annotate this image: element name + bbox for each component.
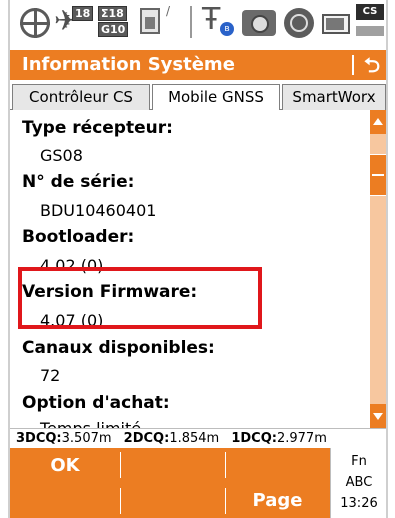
dop-2d-value: 1.854m [169,431,220,446]
antenna-icon[interactable]: Ŧ [202,4,220,36]
position-crosshair-icon[interactable] [20,8,50,38]
title-separator [352,55,354,75]
dop-1d-label: 1DCQ: [231,431,277,446]
tab-bar: Contrôleur CS Mobile GNSS SmartWorx [10,80,386,111]
softkey-f5[interactable] [121,483,225,518]
cs-badge: CS [356,4,384,20]
dop-2d-label: 2DCQ: [123,431,170,446]
vertical-scrollbar[interactable] [370,110,386,428]
sat-glonass-badge: G10 [98,22,129,37]
back-arrow-icon[interactable]: ⮌ [360,53,384,77]
fn-indicator[interactable]: Fn [331,454,386,469]
signal-tick-icon: / [166,4,171,18]
battery-icon[interactable] [322,14,350,34]
purchase-option-label: Option d'achat: [22,393,170,413]
channels-value: 72 [40,366,61,385]
serial-number-value: BDU10460401 [40,201,157,220]
softkey-divider [225,488,226,514]
serial-number-label: N° de série: [22,172,135,192]
tab-mobile-gnss[interactable]: Mobile GNSS [152,84,280,111]
softkey-bar: OK Page Fn ABC 13:26 [10,448,386,518]
bootloader-label: Bootloader: [22,227,135,247]
page-title: Information Système [22,54,235,75]
softkey-divider [120,488,121,514]
dop-3d-label: 3DCQ: [16,431,62,446]
sat-count-badge: 18 [72,6,94,21]
channels-label: Canaux disponibles: [22,338,215,358]
title-bar: Information Système ⮌ [10,50,386,80]
firmware-highlight-box [18,267,262,329]
dop-3d-value: 3.507m [61,431,112,446]
tab-controleur-cs[interactable]: Contrôleur CS [12,84,150,110]
scroll-up-arrow-icon[interactable] [370,110,386,134]
receiver-type-value: GS08 [40,146,83,165]
sat-total-badge: Σ18 [98,6,127,21]
page-button[interactable]: Page [226,483,329,518]
camera-icon[interactable] [242,10,276,36]
info-content: Type récepteur: GS08 N° de série: BDU104… [10,110,370,428]
scroll-down-arrow-icon[interactable] [370,404,386,428]
softkey-f4[interactable] [10,483,120,518]
purchase-option-value: Temps limité [40,419,141,428]
status-separator [190,6,192,38]
softkey-f2[interactable] [121,448,225,483]
dop-1d-value: 2.977m [276,431,327,446]
device-screen: ✈ 18 Σ18 G10 / Ŧ ʙ CS Information Systèm… [8,0,388,518]
tab-smartworx[interactable]: SmartWorx [282,84,386,110]
softkey-divider [120,452,121,478]
bluetooth-icon: ʙ [220,22,234,36]
status-bar: ✈ 18 Σ18 G10 / Ŧ ʙ CS [10,0,386,50]
scroll-thumb[interactable] [370,154,386,196]
ok-button[interactable]: OK [10,448,120,483]
receiver-type-label: Type récepteur: [22,118,173,138]
keyboard-status-panel: Fn ABC 13:26 [330,448,386,518]
abc-indicator[interactable]: ABC [331,475,386,490]
internet-globe-icon[interactable] [284,8,314,38]
softkey-f3[interactable] [226,448,329,483]
softkey-divider [225,452,226,478]
memory-gauge-icon[interactable] [140,8,160,34]
clock: 13:26 [340,496,378,511]
cs-battery-bar [356,26,384,36]
dop-status-line: 3DCQ:3.507m 2DCQ:1.854m 1DCQ:2.977m [10,428,386,448]
